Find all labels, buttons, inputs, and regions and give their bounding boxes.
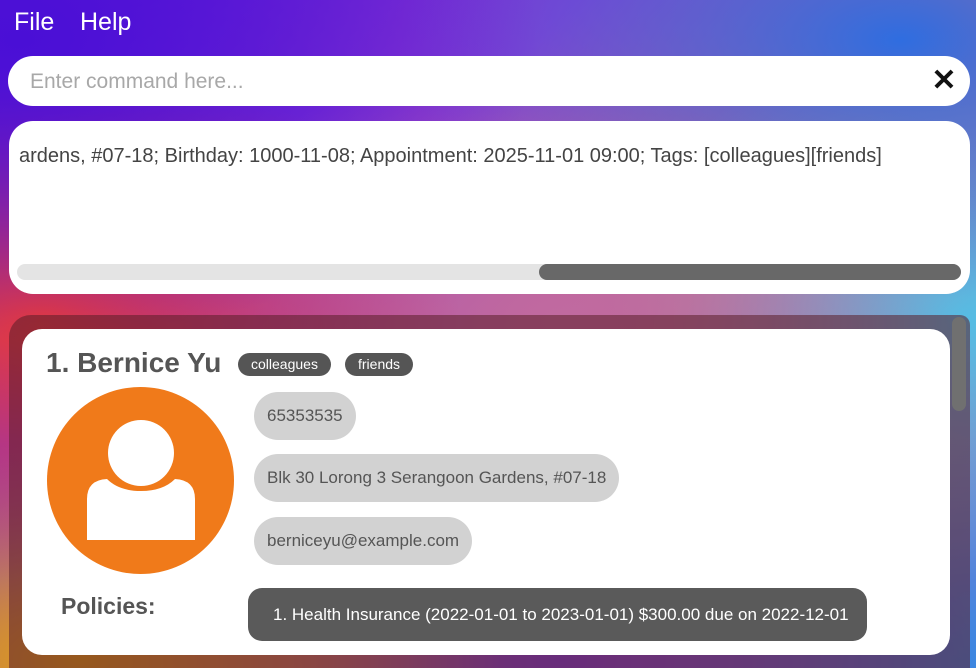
policy-item: 1. Health Insurance (2022-01-01 to 2023-… <box>248 588 867 641</box>
menu-bar: File Help <box>0 0 976 48</box>
command-input[interactable] <box>28 66 912 98</box>
email-field: berniceyu@example.com <box>254 517 473 565</box>
result-text: ardens, #07-18; Birthday: 1000-11-08; Ap… <box>19 145 882 167</box>
policies-label: Policies: <box>61 593 156 619</box>
tag-badge: colleagues <box>238 353 331 376</box>
person-card[interactable]: 1. Bernice Yu colleagues friends 6535353… <box>22 329 950 655</box>
person-list-panel: 1. Bernice Yu colleagues friends 6535353… <box>9 315 970 668</box>
command-box: ✕ <box>8 56 970 106</box>
person-name: 1. Bernice Yu <box>46 347 222 378</box>
menu-file[interactable]: File <box>14 8 54 37</box>
avatar <box>47 387 234 574</box>
tag-badge: friends <box>345 353 414 376</box>
menu-help[interactable]: Help <box>80 8 131 37</box>
phone-field: 65353535 <box>254 392 356 440</box>
horizontal-scrollbar[interactable] <box>17 264 961 280</box>
close-icon[interactable]: ✕ <box>930 66 958 96</box>
vertical-scrollbar-thumb[interactable] <box>952 317 966 411</box>
person-icon <box>87 420 195 540</box>
result-display: ardens, #07-18; Birthday: 1000-11-08; Ap… <box>9 121 970 294</box>
address-field: Blk 30 Lorong 3 Serangoon Gardens, #07-1… <box>254 454 620 502</box>
horizontal-scrollbar-thumb[interactable] <box>539 264 961 280</box>
